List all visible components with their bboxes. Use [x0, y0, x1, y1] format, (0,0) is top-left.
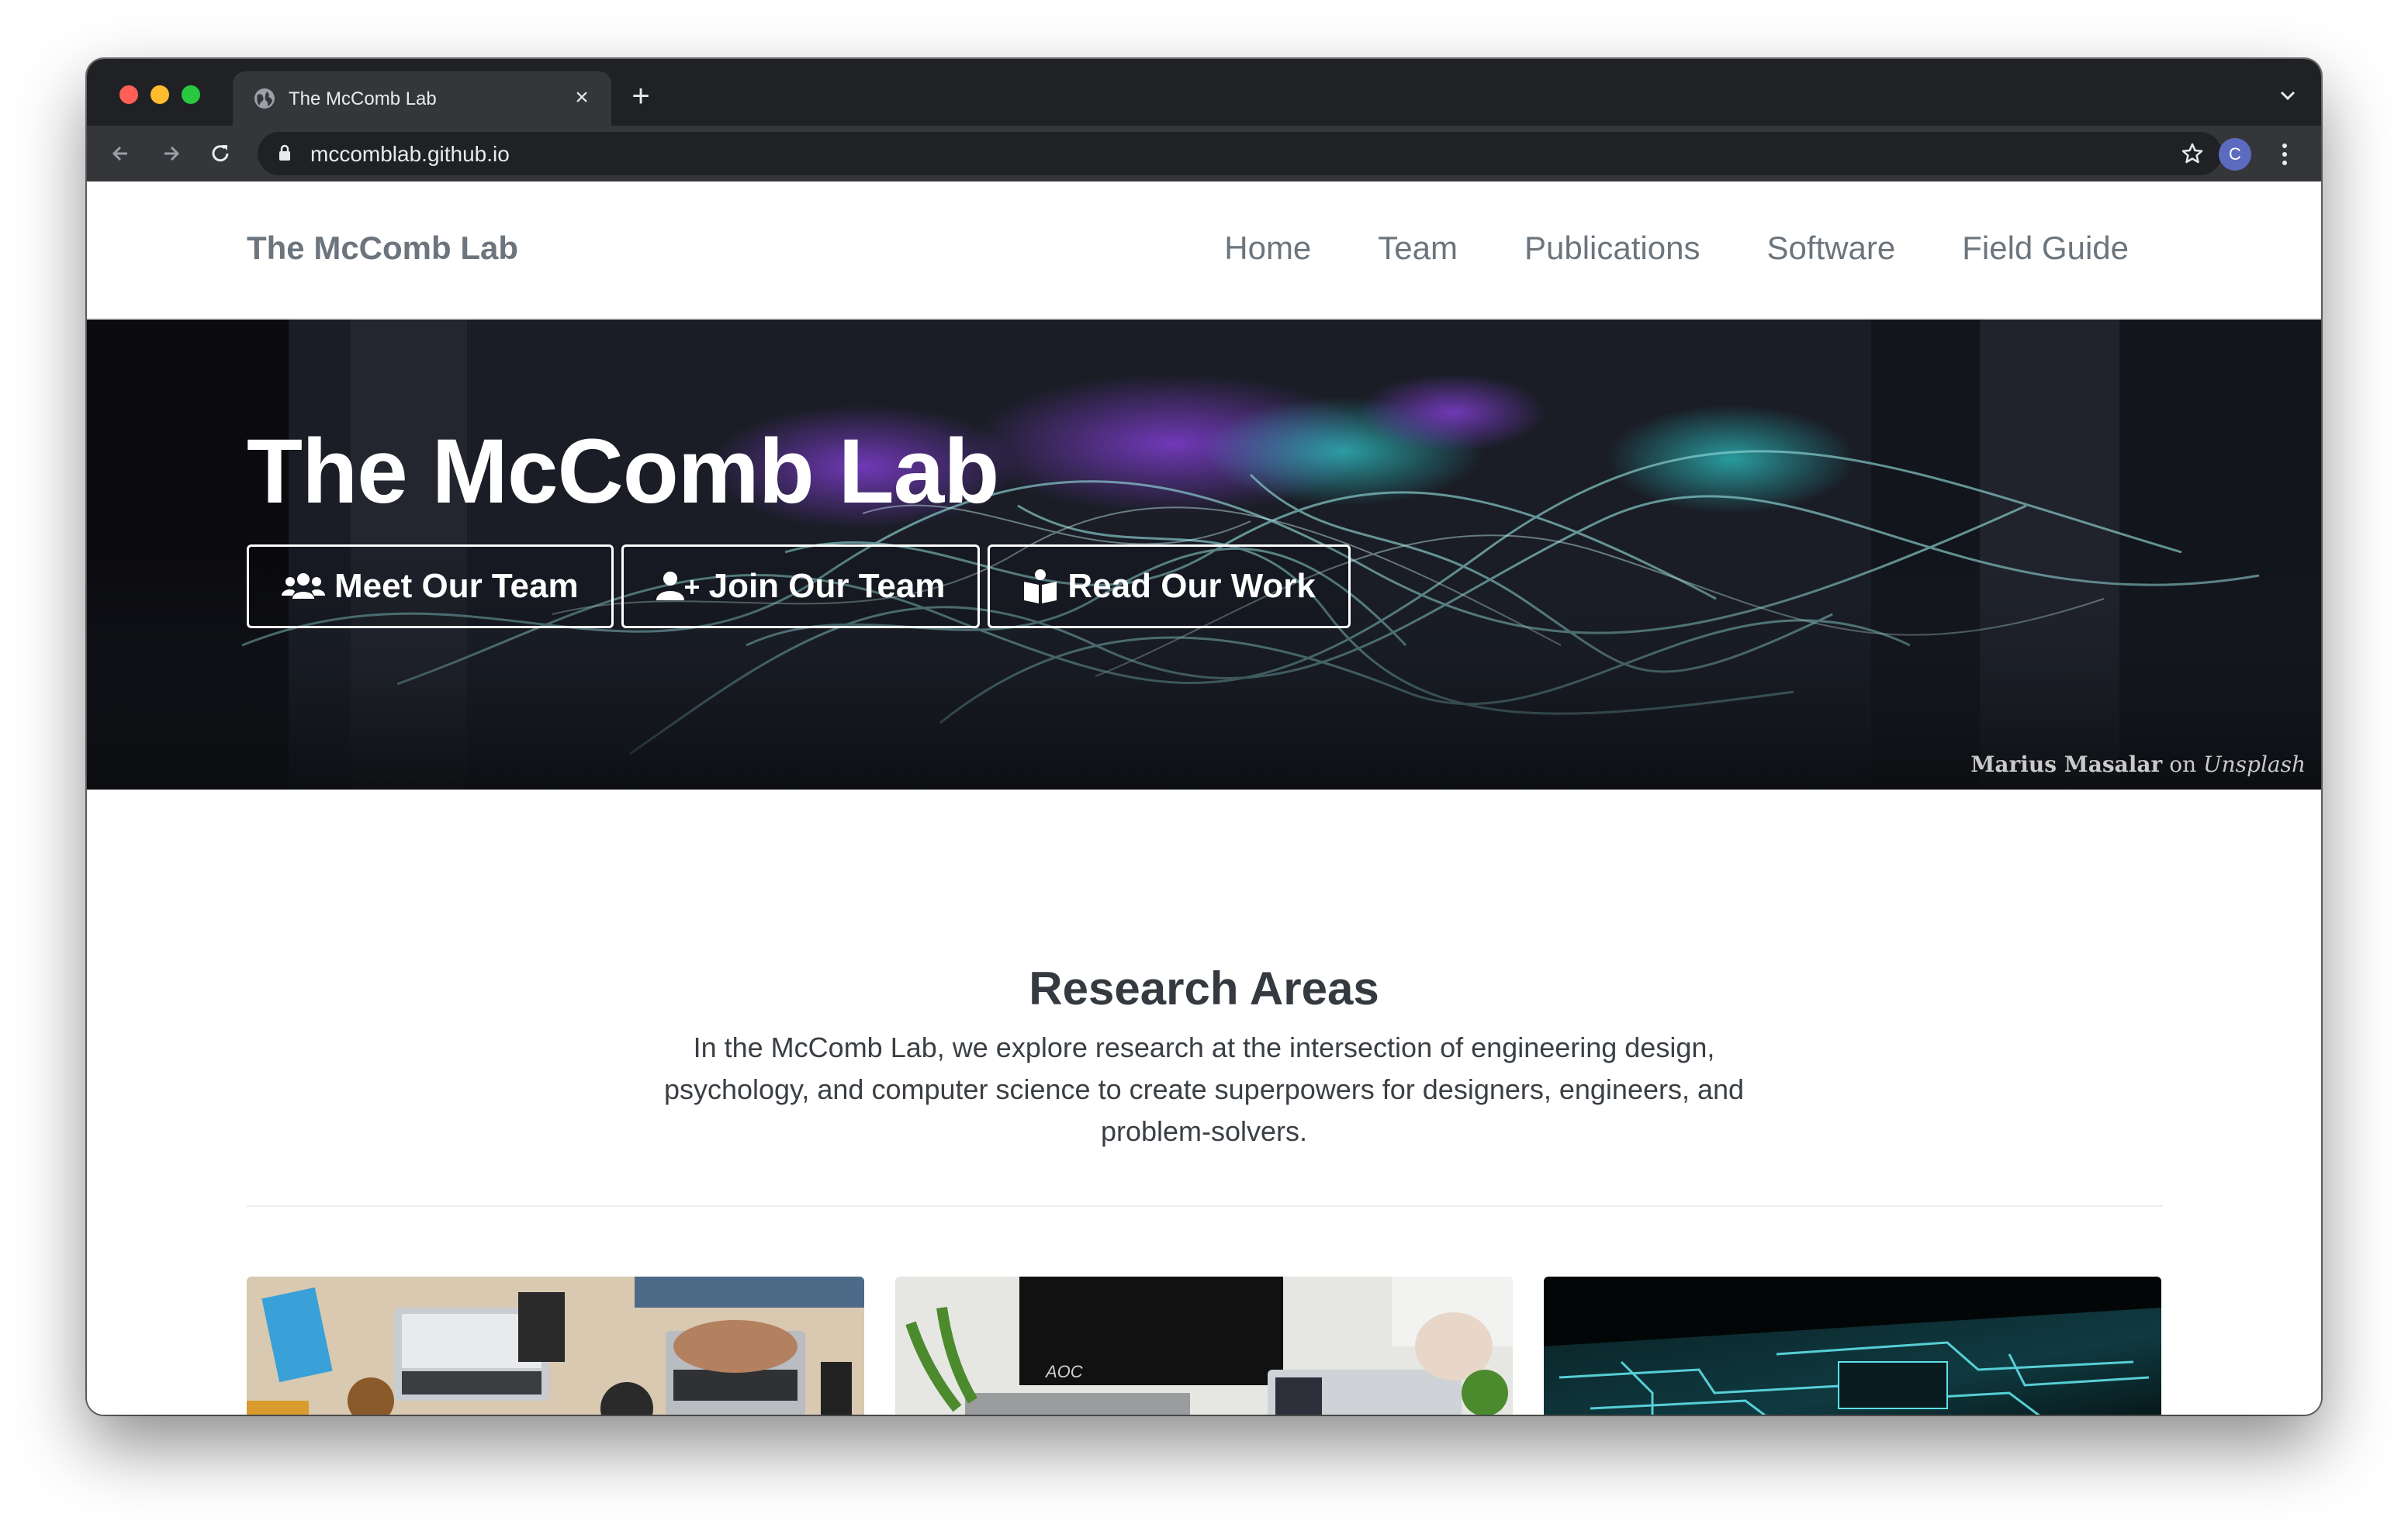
new-tab-button[interactable]: +	[624, 81, 658, 115]
tab-title: The McComb Lab	[289, 88, 437, 109]
research-card-image-1[interactable]	[247, 1277, 864, 1415]
svg-text:AOC: AOC	[1044, 1362, 1083, 1381]
meet-our-team-button[interactable]: Meet Our Team	[247, 544, 614, 628]
book-reader-icon	[1024, 569, 1057, 603]
research-areas-heading: Research Areas	[1029, 962, 1379, 1014]
more-options-icon[interactable]	[2275, 140, 2295, 169]
back-icon[interactable]	[104, 137, 138, 171]
lock-icon	[279, 144, 290, 161]
meet-our-team-label: Meet Our Team	[334, 567, 579, 605]
read-our-work-label: Read Our Work	[1067, 567, 1316, 605]
maximize-window-button[interactable]	[182, 85, 200, 104]
join-our-team-button[interactable]: Join Our Team	[621, 544, 981, 628]
desk-laptops-photo	[247, 1277, 864, 1415]
site-brand[interactable]: The McComb Lab	[247, 230, 518, 267]
site-navbar: The McComb Lab Home Team Publications So…	[87, 181, 2321, 320]
nav-link-software[interactable]: Software	[1766, 230, 1895, 267]
nav-link-home[interactable]: Home	[1224, 230, 1311, 267]
research-areas-description: In the McComb Lab, we explore research a…	[663, 1032, 1745, 1147]
research-card-image-2[interactable]: AOC	[895, 1277, 1513, 1415]
nav-link-publications[interactable]: Publications	[1524, 230, 1700, 267]
tab-strip: The McComb Lab × +	[87, 59, 2321, 126]
close-window-button[interactable]	[119, 85, 138, 104]
web-page: The McComb Lab Home Team Publications So…	[87, 181, 2321, 1415]
chevron-down-icon[interactable]	[2275, 84, 2301, 107]
user-plus-icon	[656, 572, 699, 600]
hero-title: The McComb Lab	[247, 420, 999, 523]
section-divider	[247, 1205, 2163, 1207]
photo-credit: Marius Masalar on Unsplash	[1970, 752, 2306, 777]
browser-toolbar: mccomblab.github.io C	[87, 126, 2321, 181]
circuit-board-photo	[1544, 1277, 2161, 1415]
minimize-window-button[interactable]	[150, 85, 169, 104]
hero-buttons: Meet Our Team Join Our Team Read Our Wor…	[247, 544, 1358, 628]
nav-link-field-guide[interactable]: Field Guide	[1962, 230, 2129, 267]
address-bar[interactable]: mccomblab.github.io	[258, 132, 2222, 175]
forward-icon[interactable]	[154, 137, 188, 171]
nav-links: Home Team Publications Software Field Gu…	[1157, 230, 2129, 267]
credit-source[interactable]: Unsplash	[2203, 752, 2306, 777]
read-our-work-button[interactable]: Read Our Work	[988, 544, 1351, 628]
bookmark-star-icon[interactable]	[2180, 141, 2205, 166]
credit-on: on	[2169, 752, 2197, 777]
office-workspace-photo: AOC	[895, 1277, 1513, 1415]
reload-icon[interactable]	[203, 137, 237, 171]
browser-window: The McComb Lab × + mccomblab.github.io C…	[87, 59, 2321, 1415]
tab-close-icon[interactable]: ×	[566, 82, 597, 113]
url-text: mccomblab.github.io	[310, 142, 510, 166]
globe-icon	[254, 88, 275, 109]
nav-link-team[interactable]: Team	[1378, 230, 1458, 267]
credit-author[interactable]: Marius Masalar	[1970, 752, 2162, 777]
users-icon	[282, 573, 325, 599]
profile-avatar[interactable]: C	[2219, 138, 2251, 171]
join-our-team-label: Join Our Team	[708, 567, 946, 605]
research-card-image-3[interactable]	[1544, 1277, 2161, 1415]
browser-tab[interactable]: The McComb Lab ×	[233, 71, 611, 126]
hero-banner: The McComb Lab Meet Our Team Join Our Te…	[87, 320, 2321, 790]
